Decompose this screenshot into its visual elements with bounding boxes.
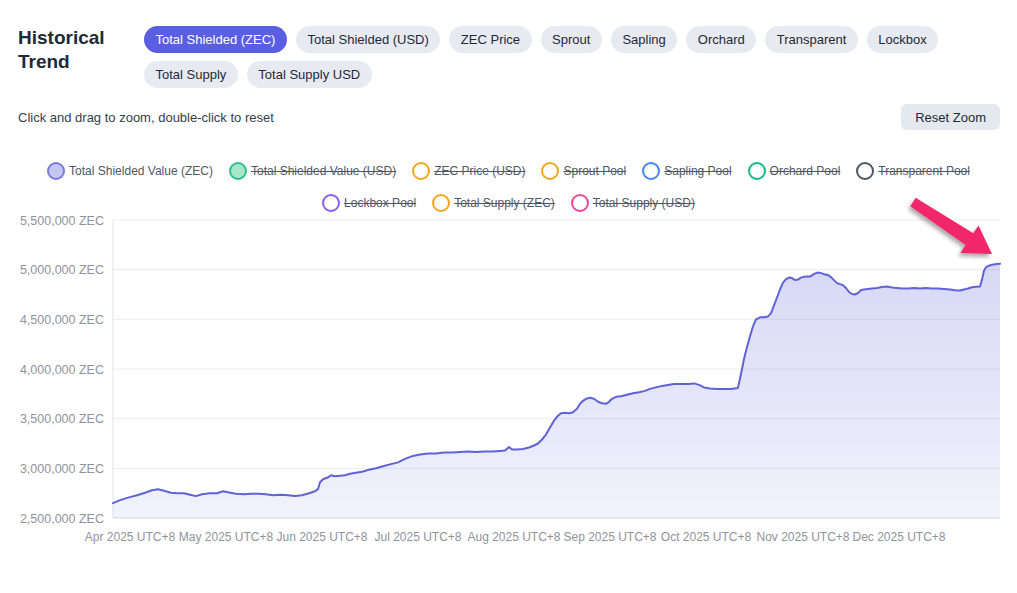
x-axis-label: Aug 2025 UTC+8: [467, 530, 560, 544]
y-axis-label: 5,000,000 ZEC: [20, 263, 104, 277]
y-axis-label: 5,500,000 ZEC: [20, 214, 104, 228]
x-axis-label: Sep 2025 UTC+8: [563, 530, 656, 544]
x-axis-label: Apr 2025 UTC+8: [85, 530, 176, 544]
x-axis-label: Jun 2025 UTC+8: [276, 530, 367, 544]
x-axis-label: Oct 2025 UTC+8: [661, 530, 752, 544]
x-axis-label: Nov 2025 UTC+8: [756, 530, 849, 544]
y-axis-label: 3,500,000 ZEC: [20, 412, 104, 426]
historical-trend-chart: 5,500,000 ZEC 5,000,000 ZEC 4,500,000 ZEC 4…: [0, 0, 1017, 593]
y-axis-label: 4,500,000 ZEC: [20, 313, 104, 327]
y-axis-label: 2,500,000 ZEC: [20, 512, 104, 526]
chart-plot-area[interactable]: [113, 220, 1000, 518]
x-axis-label: May 2025 UTC+8: [179, 530, 274, 544]
x-axis-label: Dec 2025 UTC+8: [852, 530, 945, 544]
y-axis-label: 3,000,000 ZEC: [20, 462, 104, 476]
x-axis-label: Jul 2025 UTC+8: [374, 530, 461, 544]
y-axis-label: 4,000,000 ZEC: [20, 363, 104, 377]
